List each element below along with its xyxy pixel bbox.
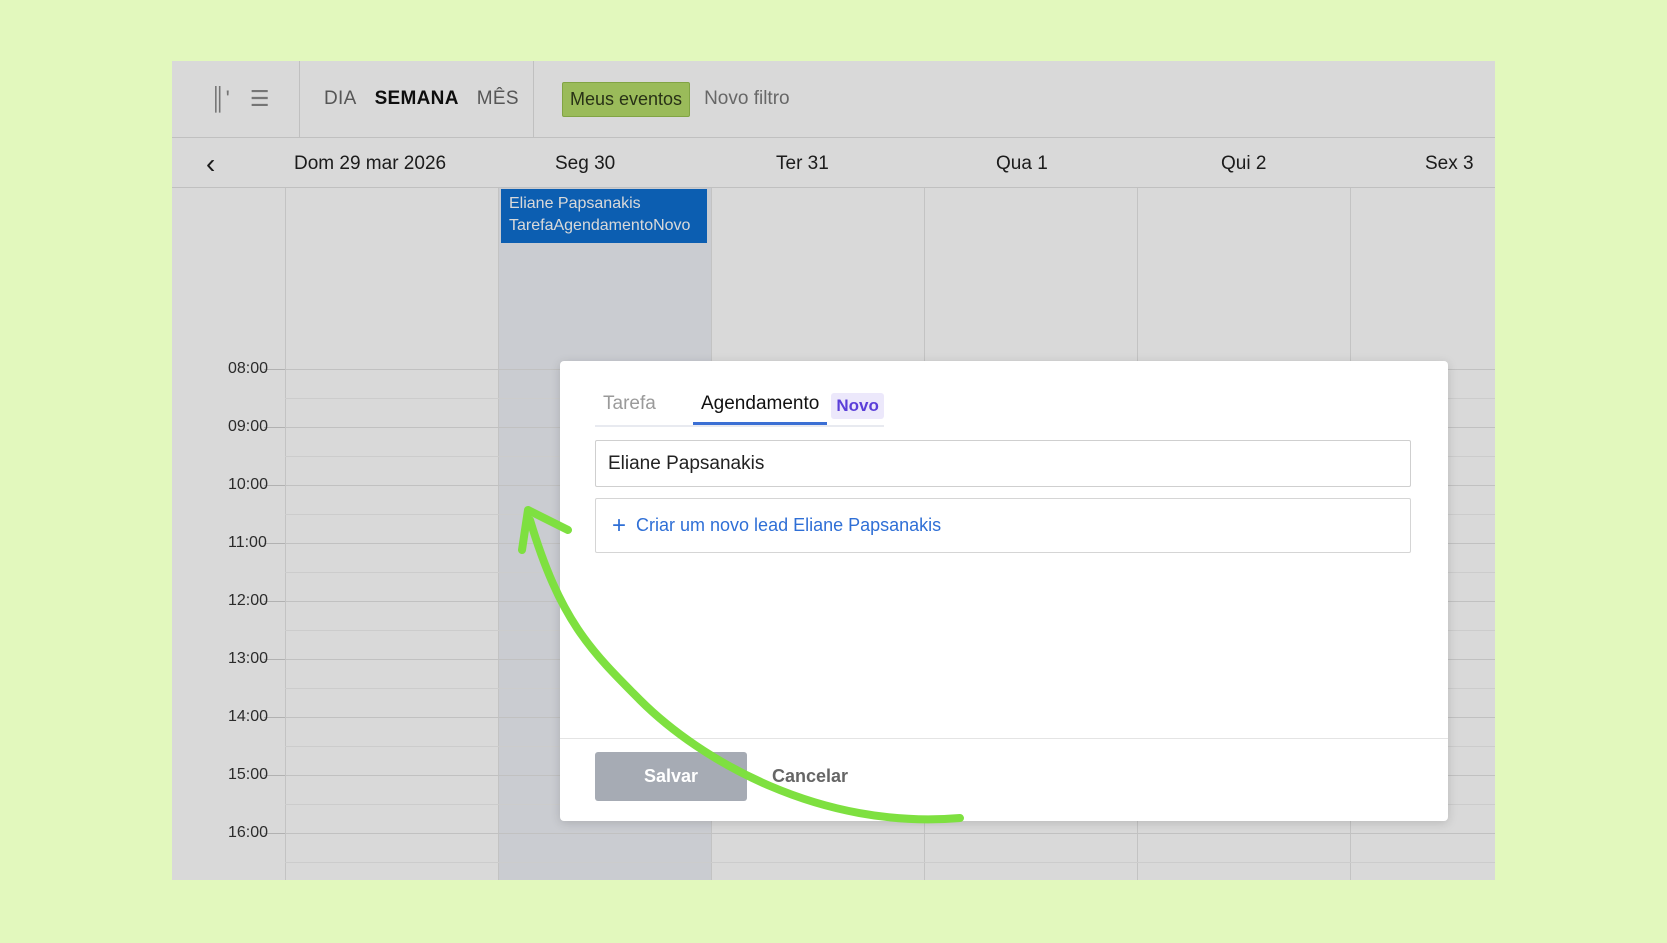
plus-icon: + (612, 511, 627, 539)
event-dialog: Tarefa Agendamento Novo + Criar um novo … (560, 361, 1448, 821)
tab-agendamento[interactable]: Agendamento (693, 391, 828, 425)
save-button[interactable]: Salvar (595, 752, 747, 801)
tab-tarefa[interactable]: Tarefa (595, 391, 693, 425)
lead-name-input[interactable] (595, 440, 1411, 487)
create-lead-option[interactable]: + Criar um novo lead Eliane Papsanakis (595, 498, 1411, 553)
calendar-app: ║' ☰ DIA SEMANA MÊS Meus eventos Novo fi… (172, 61, 1495, 880)
create-lead-label: Criar um novo lead Eliane Papsanakis (636, 515, 942, 535)
new-badge: Novo (831, 393, 884, 419)
dialog-tabs: Tarefa Agendamento Novo (595, 391, 884, 427)
dialog-footer: Salvar Cancelar (560, 738, 1448, 821)
cancel-button[interactable]: Cancelar (772, 766, 848, 787)
